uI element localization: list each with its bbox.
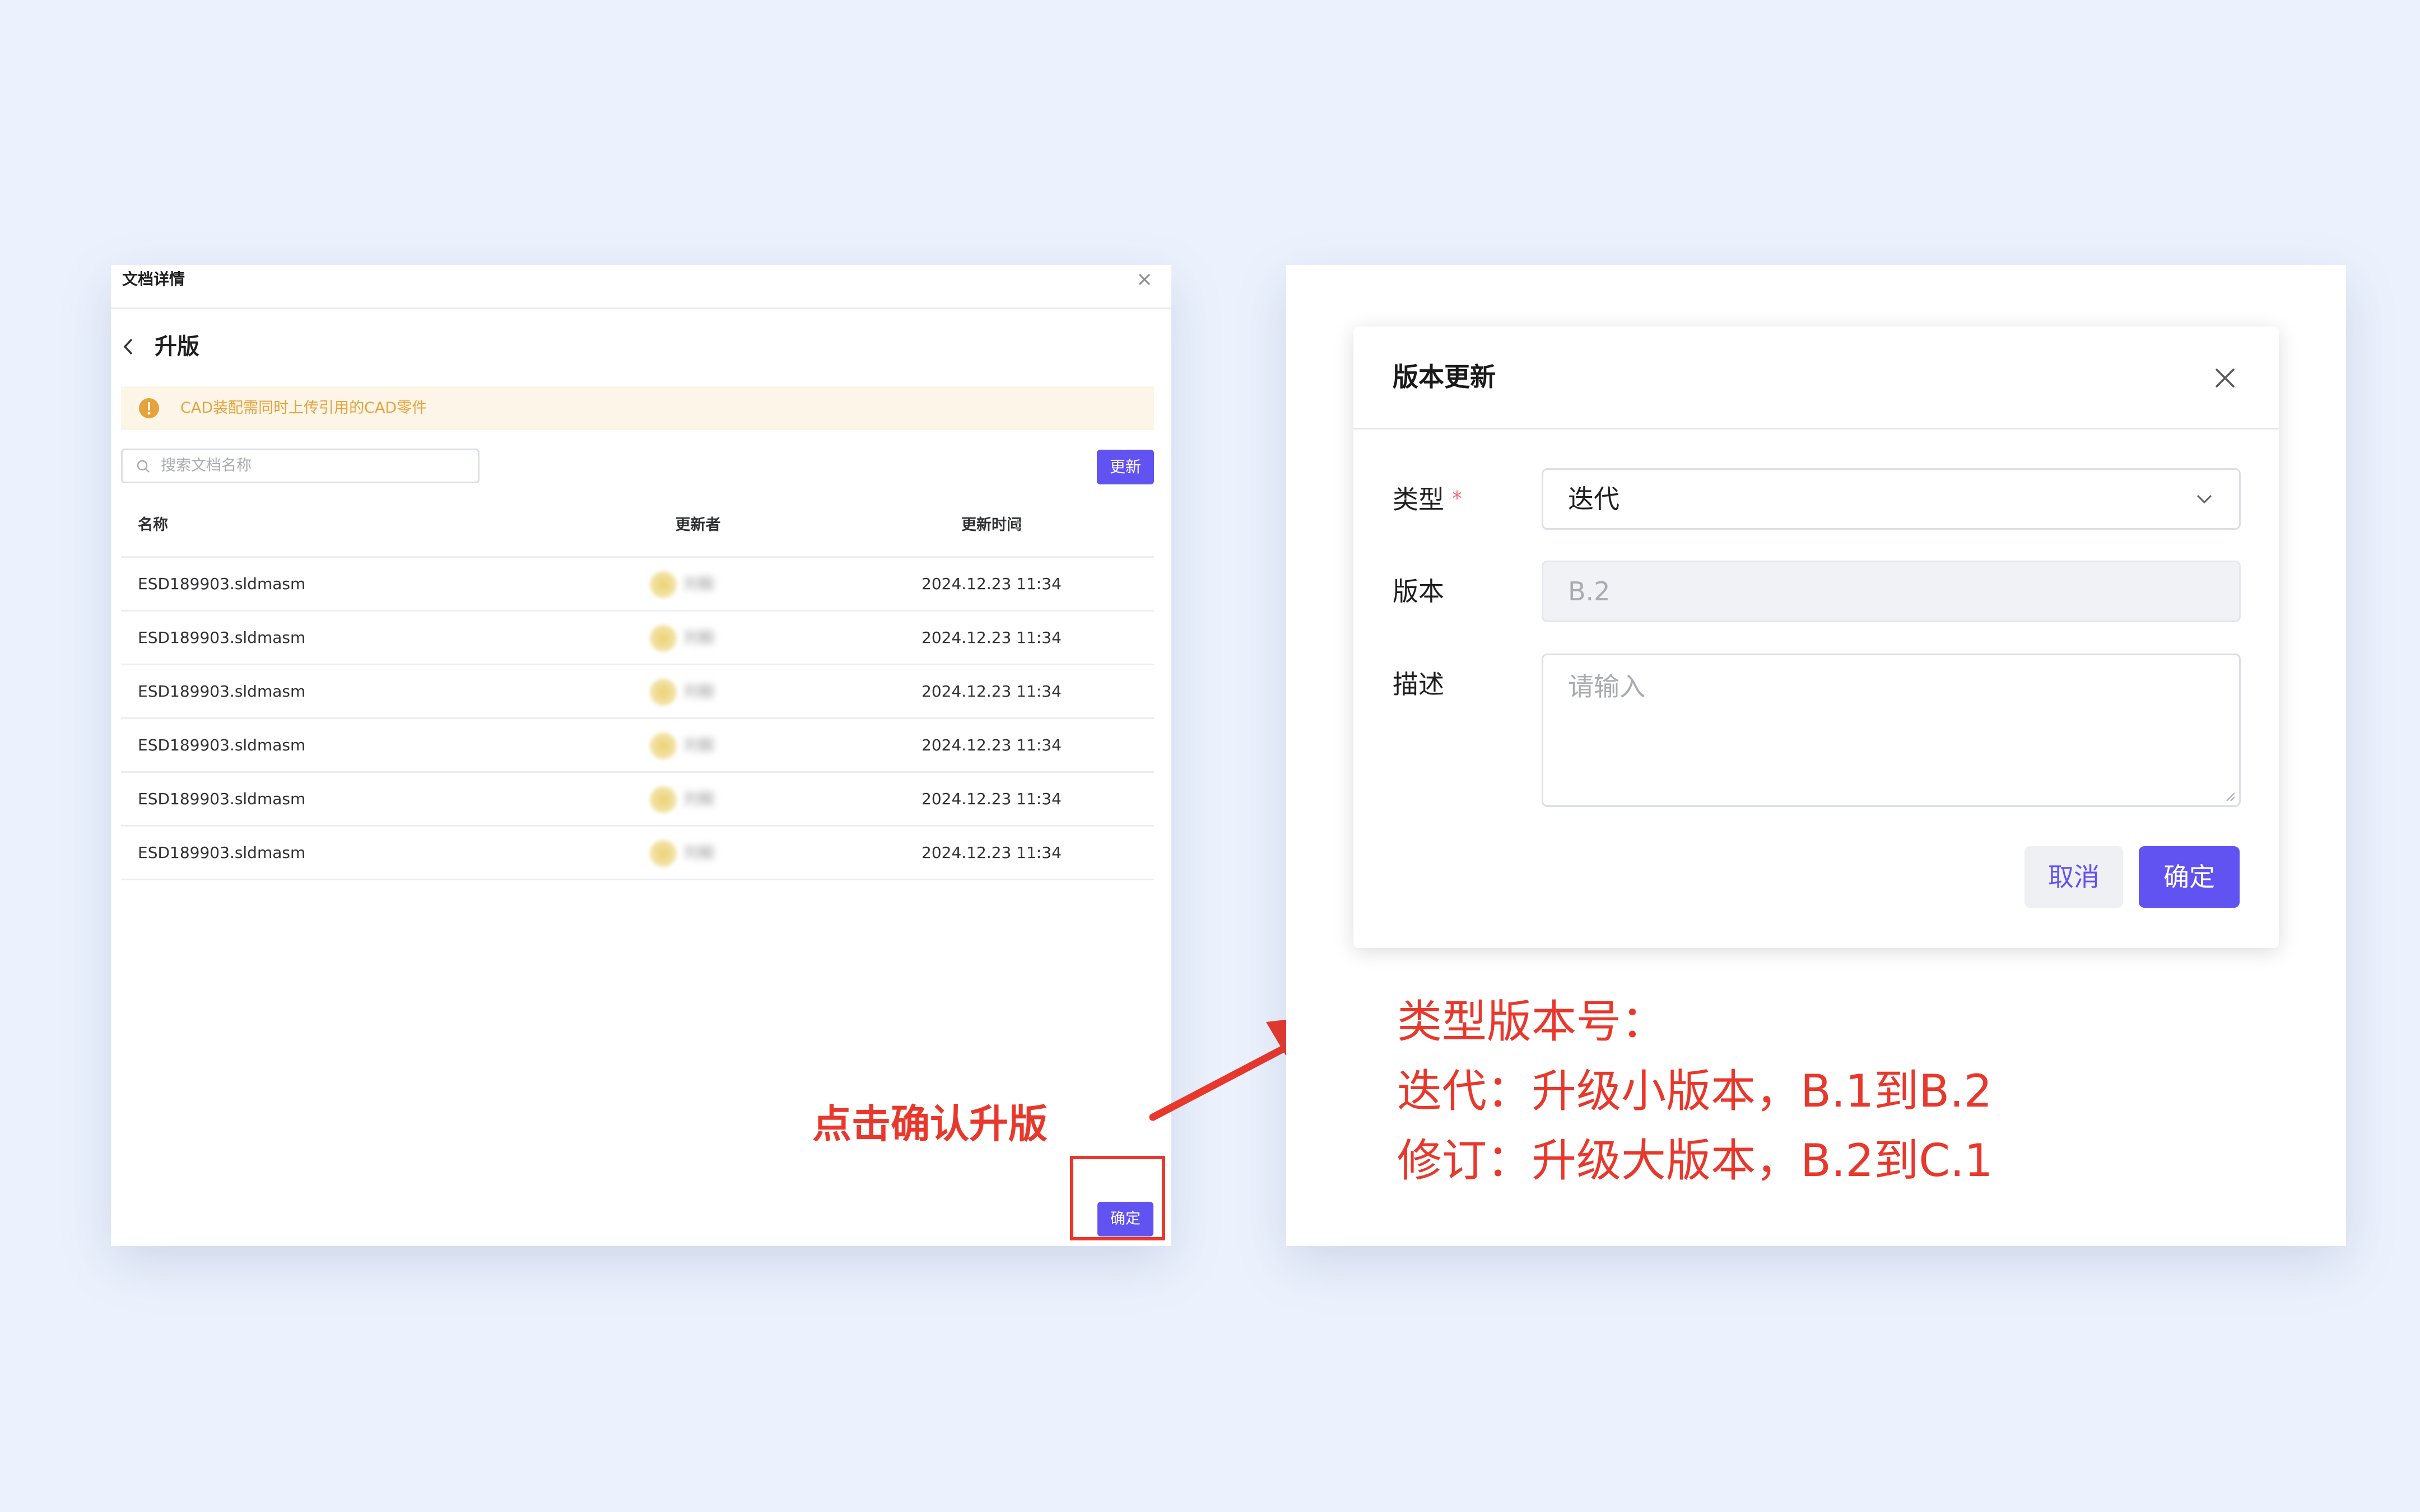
cell-time: 2024.12.23 11:34 bbox=[922, 628, 1062, 647]
type-label-text: 类型 bbox=[1393, 484, 1444, 515]
type-select-value: 迭代 bbox=[1568, 484, 1619, 514]
type-select[interactable]: 迭代 bbox=[1542, 468, 2241, 530]
dialog-title: 版本更新 bbox=[1393, 362, 1496, 392]
cell-time: 2024.12.23 11:34 bbox=[922, 843, 1062, 862]
cell-user: 刘毅 bbox=[683, 843, 715, 862]
resize-handle-icon[interactable] bbox=[2222, 788, 2236, 802]
search-input[interactable]: 搜索文档名称 bbox=[121, 449, 480, 483]
warning-icon bbox=[139, 398, 159, 418]
cell-user: 刘毅 bbox=[683, 682, 715, 701]
version-notes: 类型版本号： 迭代：升级小版本，B.1到B.2 修订：升级大版本，B.2到C.1 bbox=[1397, 987, 1993, 1196]
search-placeholder: 搜索文档名称 bbox=[161, 457, 252, 474]
table-row[interactable]: ESD189903.sldmasm 刘毅 2024.12.23 11:34 bbox=[121, 556, 1154, 610]
cell-user: 刘毅 bbox=[683, 575, 715, 593]
version-update-dialog: 版本更新 类型 * 迭代 版本 B.2 描述 请输入 取消 确定 bbox=[1353, 326, 2279, 948]
dialog-header: 版本更新 bbox=[1353, 326, 2279, 430]
column-header-updater: 更新者 bbox=[675, 516, 721, 534]
cell-name: ESD189903.sldmasm bbox=[138, 575, 306, 593]
cell-time: 2024.12.23 11:34 bbox=[922, 575, 1062, 593]
description-placeholder: 请输入 bbox=[1568, 671, 1645, 702]
column-header-name: 名称 bbox=[138, 516, 168, 534]
cell-time: 2024.12.23 11:34 bbox=[922, 790, 1062, 808]
cell-name: ESD189903.sldmasm bbox=[138, 628, 306, 647]
avatar bbox=[649, 839, 678, 868]
table-body: ESD189903.sldmasm 刘毅 2024.12.23 11:34 ES… bbox=[121, 556, 1154, 880]
cell-name: ESD189903.sldmasm bbox=[138, 682, 306, 701]
cancel-button[interactable]: 取消 bbox=[2025, 846, 2123, 908]
sort-icon[interactable] bbox=[1013, 517, 1023, 534]
required-mark: * bbox=[1452, 487, 1462, 510]
avatar bbox=[649, 570, 678, 599]
version-field: B.2 bbox=[1542, 561, 2241, 622]
avatar bbox=[649, 731, 678, 760]
cell-name: ESD189903.sldmasm bbox=[138, 736, 306, 754]
version-value: B.2 bbox=[1568, 576, 1611, 606]
avatar bbox=[649, 785, 678, 814]
cell-time: 2024.12.23 11:34 bbox=[922, 682, 1062, 701]
note-line: 修订：升级大版本，B.2到C.1 bbox=[1397, 1135, 1993, 1187]
type-label: 类型 * bbox=[1393, 468, 1462, 530]
table-row[interactable]: ESD189903.sldmasm 刘毅 2024.12.23 11:34 bbox=[121, 825, 1154, 880]
version-label: 版本 bbox=[1393, 576, 1444, 606]
chevron-down-icon bbox=[2196, 494, 2212, 504]
alert-text: CAD装配需同时上传引用的CAD零件 bbox=[180, 399, 427, 417]
search-icon bbox=[137, 460, 150, 473]
description-label: 描述 bbox=[1393, 669, 1444, 699]
note-line: 迭代：升级小版本，B.1到B.2 bbox=[1397, 1065, 1993, 1117]
cell-user: 刘毅 bbox=[683, 736, 715, 754]
table-header: 名称 更新者 更新时间 bbox=[121, 494, 1154, 556]
close-icon[interactable] bbox=[1135, 270, 1153, 288]
annotation-label: 点击确认升版 bbox=[812, 1101, 1048, 1147]
page-subtitle: 升版 bbox=[155, 334, 199, 360]
cell-user: 刘毅 bbox=[683, 628, 715, 647]
note-line: 类型版本号： bbox=[1397, 996, 1666, 1048]
update-button[interactable]: 更新 bbox=[1097, 450, 1154, 484]
warning-alert: CAD装配需同时上传引用的CAD零件 bbox=[121, 386, 1154, 430]
ok-button[interactable]: 确定 bbox=[2139, 846, 2240, 908]
column-header-time[interactable]: 更新时间 bbox=[941, 494, 1042, 556]
close-icon[interactable] bbox=[2213, 366, 2237, 390]
highlight-box bbox=[1070, 1156, 1165, 1240]
avatar bbox=[649, 624, 678, 653]
panel-header: 文档详情 bbox=[111, 265, 1171, 309]
panel-title: 文档详情 bbox=[122, 270, 185, 288]
version-update-panel: 版本更新 类型 * 迭代 版本 B.2 描述 请输入 取消 确定 类型版本号： … bbox=[1286, 265, 2346, 1246]
table-row[interactable]: ESD189903.sldmasm 刘毅 2024.12.23 11:34 bbox=[121, 771, 1154, 825]
chevron-left-icon[interactable] bbox=[121, 337, 136, 357]
cell-time: 2024.12.23 11:34 bbox=[922, 736, 1062, 754]
table-row[interactable]: ESD189903.sldmasm 刘毅 2024.12.23 11:34 bbox=[121, 664, 1154, 717]
cell-user: 刘毅 bbox=[683, 790, 715, 808]
table-row[interactable]: ESD189903.sldmasm 刘毅 2024.12.23 11:34 bbox=[121, 610, 1154, 664]
description-textarea[interactable]: 请输入 bbox=[1542, 654, 2241, 807]
table-row[interactable]: ESD189903.sldmasm 刘毅 2024.12.23 11:34 bbox=[121, 717, 1154, 771]
avatar bbox=[649, 678, 678, 707]
cell-name: ESD189903.sldmasm bbox=[138, 790, 306, 808]
cell-name: ESD189903.sldmasm bbox=[138, 843, 306, 862]
document-table: 名称 更新者 更新时间 ESD189903.sldmasm 刘毅 2024.12… bbox=[121, 494, 1154, 880]
